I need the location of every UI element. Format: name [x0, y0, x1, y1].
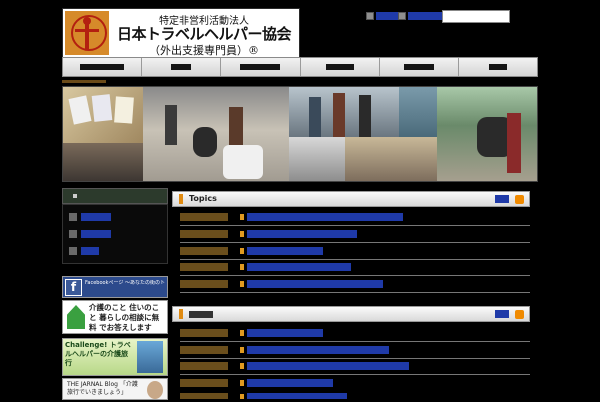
topic-date [180, 213, 228, 221]
arrow-right-icon [69, 247, 77, 255]
bullet-icon [240, 394, 244, 399]
sidebar-item-2[interactable] [69, 229, 111, 239]
challenge-banner-text: Challenge! トラベルヘルパーの介護旅行 [65, 341, 131, 367]
nav-active-indicator [62, 80, 106, 83]
topic-date [180, 247, 228, 255]
news-date [180, 346, 228, 354]
news-more-link[interactable] [495, 310, 509, 318]
facebook-banner-text: Facebookページ ～あなたの街のトラベルヘルパー～ [85, 280, 165, 286]
header-link-2[interactable] [398, 10, 446, 21]
link-icon [398, 11, 406, 20]
bullet-icon [240, 248, 244, 254]
banner-photo-outdoor [437, 87, 537, 181]
bullet-icon [73, 194, 77, 198]
blog-banner[interactable]: THE JARNAL Blog 「介護旅行でいきましょう」 [62, 378, 168, 400]
link-icon [366, 11, 374, 20]
news-date [180, 362, 228, 370]
rss-icon[interactable] [515, 195, 524, 204]
news-link[interactable] [247, 393, 347, 399]
bullet-icon [240, 231, 244, 237]
topics-more-link[interactable] [495, 195, 509, 203]
topics-title: Topics [189, 194, 217, 203]
sidebar-item-1[interactable] [69, 212, 111, 222]
bullet-icon [240, 264, 244, 270]
nav-item-2[interactable] [142, 58, 222, 76]
banner-photo-brochures [63, 87, 143, 143]
bullet-icon [240, 363, 244, 369]
sidebar-item-label [81, 230, 111, 238]
facebook-icon: f [65, 279, 82, 296]
facebook-banner[interactable]: f Facebookページ ～あなたの街のトラベルヘルパー～ [62, 276, 168, 298]
logo-title: 日本トラベルヘルパー協会 [116, 25, 292, 43]
bullet-icon [240, 214, 244, 220]
logo-tagline: （外出支援専門員）® [149, 44, 259, 57]
news-link[interactable] [247, 346, 389, 354]
nav-item-6[interactable] [459, 58, 537, 76]
nav-item-3[interactable] [221, 58, 301, 76]
blog-banner-text: THE JARNAL Blog 「介護旅行でいきましょう」 [67, 381, 138, 396]
topic-date [180, 230, 228, 238]
news-date [180, 329, 228, 337]
news-title [189, 311, 213, 318]
rss-icon[interactable] [515, 310, 524, 319]
topic-date [180, 263, 228, 271]
news-date [180, 393, 228, 399]
consult-banner[interactable]: 介護のこと 住いのこと 暮らしの相談に無料 でお答えします [62, 300, 168, 334]
avatar [147, 381, 163, 399]
sidebar-item-3[interactable] [69, 246, 99, 256]
nav-item-1[interactable] [63, 58, 143, 76]
section-accent-icon [179, 194, 183, 204]
main-navigation [62, 57, 538, 77]
arrow-right-icon [69, 230, 77, 238]
topic-link[interactable] [247, 230, 357, 238]
sidebar-item-label [81, 247, 99, 255]
banner-photo-group [289, 87, 399, 137]
topics-header: Topics [172, 191, 530, 207]
nav-item-4[interactable] [301, 58, 380, 76]
challenge-banner[interactable]: Challenge! トラベルヘルパーの介護旅行 [62, 338, 168, 376]
topic-date [180, 280, 228, 288]
topic-link[interactable] [247, 280, 383, 288]
news-date [180, 379, 228, 387]
house-icon [67, 305, 85, 329]
news-link[interactable] [247, 379, 333, 387]
logo-mark-icon [65, 11, 109, 55]
banner-photo-meeting [63, 143, 143, 181]
search-input[interactable] [442, 10, 510, 23]
banner-photo-hall [289, 137, 345, 181]
news-link[interactable] [247, 329, 323, 337]
bullet-icon [240, 347, 244, 353]
bullet-icon [240, 330, 244, 336]
bullet-icon [240, 281, 244, 287]
header-link-label [408, 11, 446, 20]
section-accent-icon [179, 309, 183, 319]
banner-photo-sign [399, 87, 437, 137]
photo-banner [62, 86, 538, 182]
news-header [172, 306, 530, 322]
arrow-right-icon [69, 213, 77, 221]
consult-banner-text: 介護のこと 住いのこと 暮らしの相談に無料 でお答えします [89, 303, 160, 332]
topic-link[interactable] [247, 263, 351, 271]
sidebar-item-label [81, 213, 111, 221]
challenge-photo [137, 341, 163, 373]
sidebar-header [62, 188, 168, 204]
site-logo[interactable]: 特定非営利活動法人 日本トラベルヘルパー協会 （外出支援専門員）® [62, 8, 300, 58]
topic-link[interactable] [247, 247, 323, 255]
header-link-1[interactable] [366, 10, 402, 21]
topic-link[interactable] [247, 213, 403, 221]
news-link[interactable] [247, 362, 409, 370]
bullet-icon [240, 380, 244, 386]
nav-item-5[interactable] [380, 58, 459, 76]
sidebar-menu [62, 204, 168, 264]
banner-photo-wheelchair-street [143, 87, 289, 181]
banner-photo-assist [345, 137, 437, 181]
